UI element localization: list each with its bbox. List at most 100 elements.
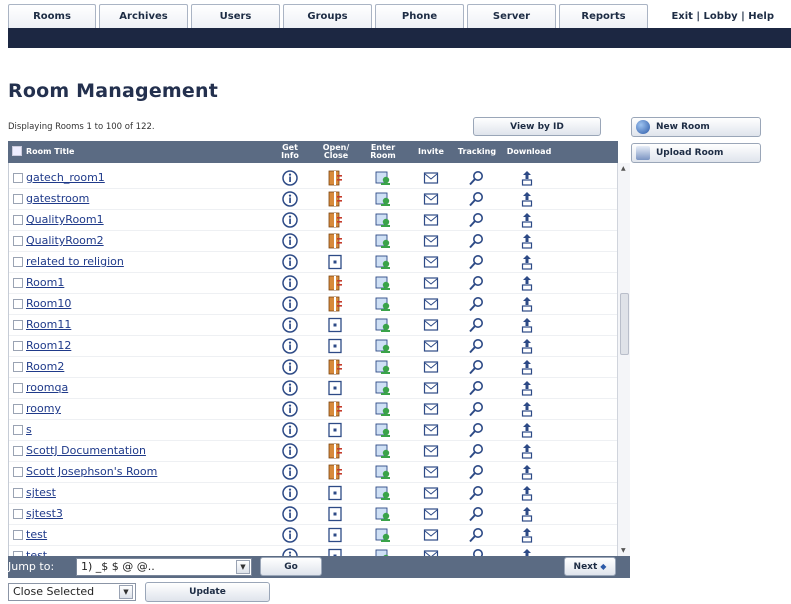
room-title-link[interactable]: gatestroom <box>26 192 89 205</box>
view-by-id-button[interactable]: View by ID <box>473 117 601 136</box>
room-checkbox[interactable] <box>13 257 23 267</box>
next-button[interactable]: Next ◆ <box>564 557 616 576</box>
door-closed-icon[interactable] <box>327 254 343 270</box>
room-checkbox[interactable] <box>13 467 23 477</box>
enter-room-icon[interactable] <box>375 233 391 249</box>
door-open-icon[interactable] <box>327 170 343 186</box>
download-icon[interactable] <box>519 212 535 228</box>
tab-phone[interactable]: Phone <box>375 4 464 28</box>
room-checkbox[interactable] <box>13 173 23 183</box>
magnifier-icon[interactable] <box>468 359 484 375</box>
room-list[interactable]: gatech_room1 gatestroom QualityRoom1 Qualit… <box>8 163 618 556</box>
magnifier-icon[interactable] <box>468 527 484 543</box>
room-title-link[interactable]: QualityRoom2 <box>26 234 104 247</box>
download-icon[interactable] <box>519 359 535 375</box>
invite-icon[interactable] <box>423 359 439 375</box>
magnifier-icon[interactable] <box>468 275 484 291</box>
header-links-text[interactable]: Exit | Lobby | Help <box>671 11 774 22</box>
magnifier-icon[interactable] <box>468 296 484 312</box>
door-closed-icon[interactable] <box>327 317 343 333</box>
enter-room-icon[interactable] <box>375 317 391 333</box>
door-closed-icon[interactable] <box>327 506 343 522</box>
enter-room-icon[interactable] <box>375 170 391 186</box>
enter-room-icon[interactable] <box>375 506 391 522</box>
download-icon[interactable] <box>519 527 535 543</box>
invite-icon[interactable] <box>423 443 439 459</box>
invite-icon[interactable] <box>423 401 439 417</box>
room-title-link[interactable]: Room1 <box>26 276 64 289</box>
tab-rooms[interactable]: Rooms <box>8 4 96 28</box>
info-icon[interactable] <box>282 191 298 207</box>
jump-to-select[interactable]: 1) _$ $ @ @.. ▼ <box>76 558 252 576</box>
room-checkbox[interactable] <box>13 488 23 498</box>
scrollbar[interactable]: ▲ ▼ <box>617 163 630 556</box>
invite-icon[interactable] <box>423 170 439 186</box>
download-icon[interactable] <box>519 191 535 207</box>
enter-room-icon[interactable] <box>375 296 391 312</box>
door-open-icon[interactable] <box>327 443 343 459</box>
download-icon[interactable] <box>519 233 535 249</box>
magnifier-icon[interactable] <box>468 212 484 228</box>
room-title-link[interactable]: roomy <box>26 402 61 415</box>
room-title-link[interactable]: Room2 <box>26 360 64 373</box>
enter-room-icon[interactable] <box>375 422 391 438</box>
tab-users[interactable]: Users <box>191 4 280 28</box>
invite-icon[interactable] <box>423 317 439 333</box>
upload-room-button[interactable]: Upload Room <box>631 143 761 163</box>
door-open-icon[interactable] <box>327 191 343 207</box>
door-open-icon[interactable] <box>327 464 343 480</box>
enter-room-icon[interactable] <box>375 275 391 291</box>
magnifier-icon[interactable] <box>468 485 484 501</box>
info-icon[interactable] <box>282 443 298 459</box>
room-title-link[interactable]: sjtest <box>26 486 56 499</box>
select-all-checkbox[interactable] <box>12 146 22 156</box>
info-icon[interactable] <box>282 317 298 333</box>
magnifier-icon[interactable] <box>468 380 484 396</box>
room-title-link[interactable]: related to religion <box>26 255 124 268</box>
room-title-link[interactable]: gatech_room1 <box>26 171 105 184</box>
invite-icon[interactable] <box>423 275 439 291</box>
info-icon[interactable] <box>282 380 298 396</box>
door-closed-icon[interactable] <box>327 485 343 501</box>
room-checkbox[interactable] <box>13 320 23 330</box>
tab-server[interactable]: Server <box>467 4 556 28</box>
download-icon[interactable] <box>519 338 535 354</box>
magnifier-icon[interactable] <box>468 548 484 556</box>
new-room-button[interactable]: New Room <box>631 117 761 137</box>
door-closed-icon[interactable] <box>327 422 343 438</box>
enter-room-icon[interactable] <box>375 527 391 543</box>
invite-icon[interactable] <box>423 338 439 354</box>
room-title-link[interactable]: test <box>26 528 47 541</box>
info-icon[interactable] <box>282 464 298 480</box>
room-checkbox[interactable] <box>13 446 23 456</box>
enter-room-icon[interactable] <box>375 191 391 207</box>
info-icon[interactable] <box>282 212 298 228</box>
info-icon[interactable] <box>282 338 298 354</box>
door-open-icon[interactable] <box>327 401 343 417</box>
room-title-link[interactable]: QualityRoom1 <box>26 213 104 226</box>
invite-icon[interactable] <box>423 254 439 270</box>
enter-room-icon[interactable] <box>375 401 391 417</box>
magnifier-icon[interactable] <box>468 443 484 459</box>
enter-room-icon[interactable] <box>375 443 391 459</box>
room-checkbox[interactable] <box>13 425 23 435</box>
exit-lobby-help-links[interactable]: Exit | Lobby | Help <box>651 4 776 28</box>
enter-room-icon[interactable] <box>375 359 391 375</box>
room-checkbox[interactable] <box>13 215 23 225</box>
info-icon[interactable] <box>282 254 298 270</box>
invite-icon[interactable] <box>423 422 439 438</box>
invite-icon[interactable] <box>423 464 439 480</box>
go-button[interactable]: Go <box>260 557 322 576</box>
info-icon[interactable] <box>282 485 298 501</box>
room-checkbox[interactable] <box>13 530 23 540</box>
download-icon[interactable] <box>519 464 535 480</box>
magnifier-icon[interactable] <box>468 506 484 522</box>
download-icon[interactable] <box>519 506 535 522</box>
door-open-icon[interactable] <box>327 296 343 312</box>
enter-room-icon[interactable] <box>375 548 391 556</box>
room-title-link[interactable]: roomqa <box>26 381 68 394</box>
magnifier-icon[interactable] <box>468 233 484 249</box>
enter-room-icon[interactable] <box>375 254 391 270</box>
room-checkbox[interactable] <box>13 299 23 309</box>
enter-room-icon[interactable] <box>375 338 391 354</box>
